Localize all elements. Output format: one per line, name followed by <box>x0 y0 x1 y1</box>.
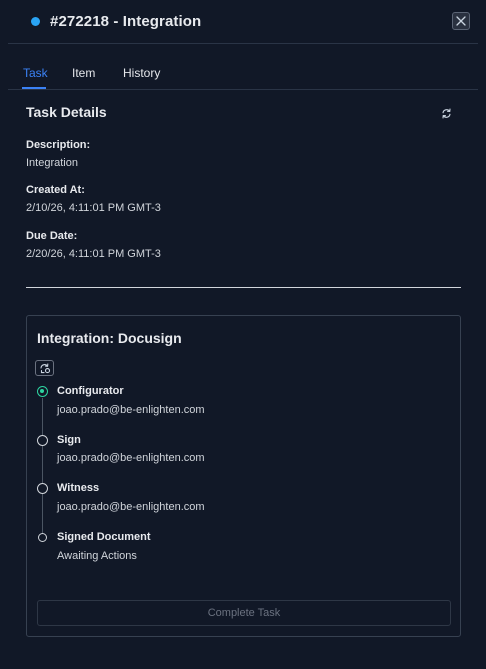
tab-history[interactable]: History <box>123 66 160 80</box>
sync-button[interactable] <box>35 360 54 376</box>
step-title-witness: Witness <box>57 482 100 494</box>
refresh-icon[interactable] <box>441 106 452 119</box>
step-email-sign: joao.prado@be-enlighten.com <box>57 452 205 464</box>
panel-header: #272218 - Integration <box>8 0 478 44</box>
step-node-witness <box>37 483 48 494</box>
close-icon <box>456 16 466 26</box>
section-divider <box>26 287 461 288</box>
due-date-value: 2/20/26, 4:11:01 PM GMT-3 <box>26 248 161 260</box>
step-node-configurator <box>37 386 48 397</box>
close-button[interactable] <box>452 12 470 30</box>
page-title: #272218 - Integration <box>50 13 202 30</box>
step-node-sign <box>37 435 48 446</box>
step-node-signed-document <box>38 533 47 542</box>
step-title-sign: Sign <box>57 434 81 446</box>
complete-task-button[interactable]: Complete Task <box>37 600 451 626</box>
created-at-value: 2/10/26, 4:11:01 PM GMT-3 <box>26 202 161 214</box>
step-status-signed-document: Awaiting Actions <box>57 550 137 562</box>
active-tab-indicator <box>22 87 46 89</box>
sync-icon <box>39 362 50 373</box>
integration-title: Integration: Docusign <box>37 330 182 346</box>
step-email-witness: joao.prado@be-enlighten.com <box>57 501 205 513</box>
created-at-label: Created At: <box>26 184 85 196</box>
task-details-title: Task Details <box>26 104 107 120</box>
step-email-configurator: joao.prado@be-enlighten.com <box>57 404 205 416</box>
tab-bar: Task Item History <box>8 44 478 90</box>
tab-task[interactable]: Task <box>23 66 48 80</box>
tab-item[interactable]: Item <box>72 66 95 80</box>
integration-card: Integration: Docusign Configurator joao.… <box>26 315 461 637</box>
status-dot <box>31 17 40 26</box>
step-title-configurator: Configurator <box>57 385 124 397</box>
description-label: Description: <box>26 139 91 151</box>
timeline-line <box>42 398 43 538</box>
description-value: Integration <box>26 157 78 169</box>
due-date-label: Due Date: <box>26 230 78 242</box>
step-title-signed-document: Signed Document <box>57 531 151 543</box>
